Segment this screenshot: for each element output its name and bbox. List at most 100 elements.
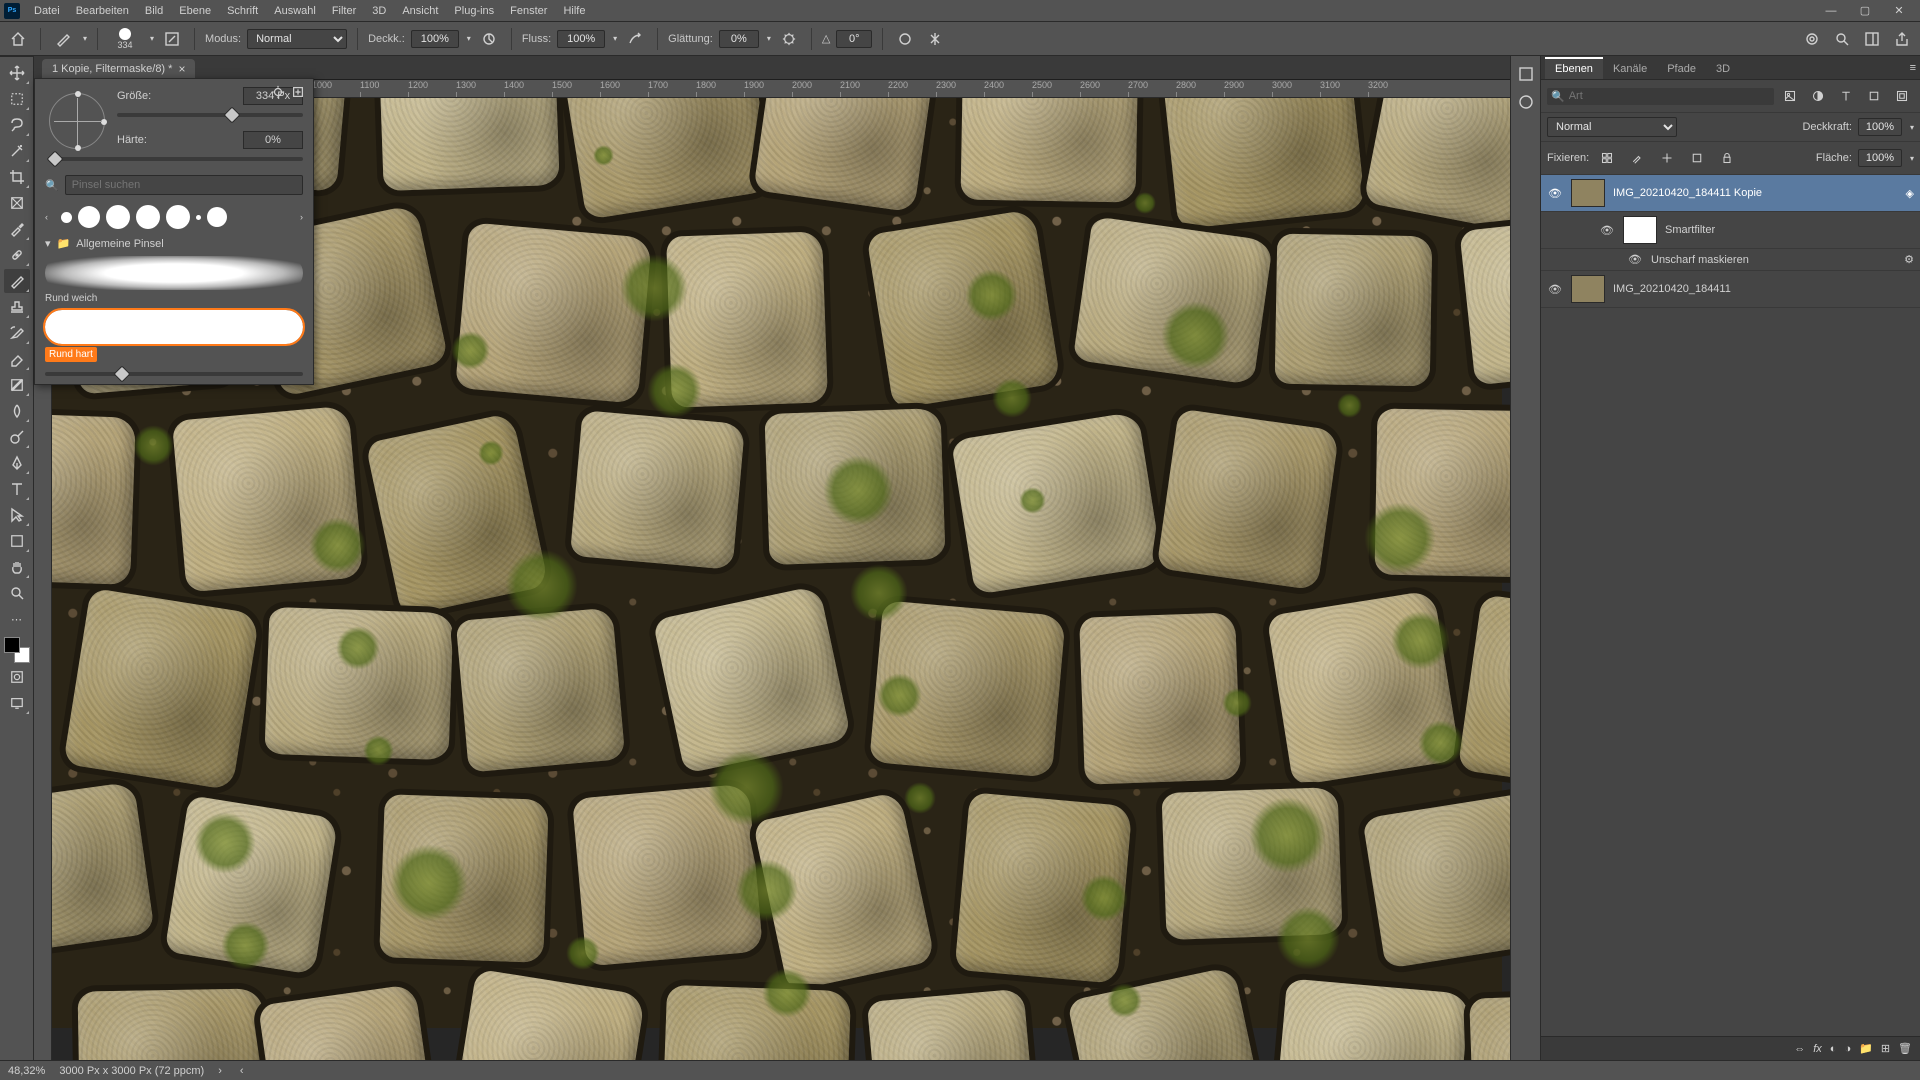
filter-mask-thumb[interactable] [1623, 216, 1657, 244]
menu-bild[interactable]: Bild [137, 0, 171, 22]
path-select-tool[interactable] [4, 503, 30, 527]
tab-pfade[interactable]: Pfade [1657, 57, 1706, 79]
stamp-tool[interactable] [4, 295, 30, 319]
opacity-dropdown[interactable]: ▾ [467, 34, 471, 43]
filter-image-icon[interactable] [1778, 84, 1802, 108]
menu-plugins[interactable]: Plug-ins [446, 0, 502, 22]
brush-angle-widget[interactable] [49, 93, 105, 149]
chevron-right-icon[interactable]: › [300, 212, 303, 222]
share-icon[interactable] [1890, 27, 1914, 51]
menu-auswahl[interactable]: Auswahl [266, 0, 324, 22]
layer-blend-select[interactable]: Normal [1547, 117, 1677, 137]
status-prev-icon[interactable]: ‹ [240, 1065, 244, 1077]
search-icon[interactable] [1830, 27, 1854, 51]
menu-hilfe[interactable]: Hilfe [555, 0, 593, 22]
menu-datei[interactable]: Datei [26, 0, 68, 22]
angle-input[interactable] [836, 30, 872, 48]
document-tab[interactable]: 1 Kopie, Filtermaske/8) * × [42, 59, 195, 79]
heal-tool[interactable] [4, 243, 30, 267]
airbrush-icon[interactable] [623, 27, 647, 51]
visibility-icon[interactable]: 👁 [1627, 253, 1643, 266]
color-swatches[interactable] [4, 637, 30, 663]
quickmask-icon[interactable] [4, 665, 30, 689]
brush-folder[interactable]: ▾ 📁 Allgemeine Pinsel [45, 237, 303, 250]
tab-kanale[interactable]: Kanäle [1603, 57, 1657, 79]
tool-preset-dropdown[interactable]: ▾ [83, 34, 87, 43]
window-minimize-icon[interactable]: — [1814, 0, 1848, 22]
smoothing-dropdown[interactable]: ▾ [767, 34, 771, 43]
menu-3d[interactable]: 3D [364, 0, 394, 22]
filter-entry-label[interactable]: Unscharf maskieren [1651, 254, 1896, 266]
link-layers-icon[interactable]: ⇔ [1794, 1043, 1805, 1055]
lock-paint-icon[interactable] [1625, 146, 1649, 170]
lock-pixels-icon[interactable] [1595, 146, 1619, 170]
filter-adjust-icon[interactable] [1806, 84, 1830, 108]
filter-type-icon[interactable] [1834, 84, 1858, 108]
brush-tool-icon[interactable] [51, 27, 75, 51]
recent-brush-1[interactable] [61, 212, 72, 223]
brush-list-slider[interactable] [45, 372, 303, 376]
menu-fenster[interactable]: Fenster [502, 0, 555, 22]
crop-tool[interactable] [4, 165, 30, 189]
screenmode-icon[interactable] [4, 691, 30, 715]
brush-settings-icon[interactable] [271, 85, 285, 102]
workspace-icon[interactable] [1860, 27, 1884, 51]
edit-toolbar-icon[interactable]: ⋯ [4, 607, 30, 631]
filter-settings-icon[interactable]: ⚙ [1904, 253, 1914, 266]
history-brush-tool[interactable] [4, 321, 30, 345]
flow-input[interactable] [557, 30, 605, 48]
panel-icon-1[interactable] [1514, 62, 1538, 86]
layer-row-2[interactable]: 👁 IMG_20210420_184411 [1541, 271, 1920, 308]
move-tool[interactable] [4, 61, 30, 85]
new-brush-icon[interactable] [291, 85, 305, 102]
gradient-tool[interactable] [4, 373, 30, 397]
lock-all-icon[interactable] [1715, 146, 1739, 170]
fill-input[interactable] [1858, 149, 1902, 167]
brush-hardness-slider[interactable] [55, 157, 303, 161]
pen-tool[interactable] [4, 451, 30, 475]
recent-brush-6[interactable] [196, 215, 201, 220]
hand-tool[interactable] [4, 555, 30, 579]
brush-size-slider[interactable] [117, 113, 303, 117]
brush-preset-soft[interactable]: Rund weich [45, 256, 303, 304]
recent-brush-4[interactable] [136, 205, 160, 229]
layer-filter-input[interactable] [1569, 90, 1770, 102]
foreground-color[interactable] [4, 637, 20, 653]
zoom-tool[interactable] [4, 581, 30, 605]
recent-brush-7[interactable] [207, 207, 227, 227]
chevron-left-icon[interactable]: ‹ [45, 212, 55, 222]
filter-smart-icon[interactable] [1890, 84, 1914, 108]
flow-dropdown[interactable]: ▾ [613, 34, 617, 43]
layer-thumb[interactable] [1571, 275, 1605, 303]
eyedropper-tool[interactable] [4, 217, 30, 241]
pressure-size-icon[interactable] [893, 27, 917, 51]
dodge-tool[interactable] [4, 425, 30, 449]
menu-ebene[interactable]: Ebene [171, 0, 219, 22]
tab-close-icon[interactable]: × [178, 62, 185, 76]
zoom-readout[interactable]: 48,32% [8, 1065, 45, 1077]
nav-refresh-icon[interactable] [1800, 27, 1824, 51]
group-icon[interactable]: 📁 [1859, 1042, 1873, 1055]
marquee-tool[interactable] [4, 87, 30, 111]
opacity-input[interactable] [411, 30, 459, 48]
blend-mode-select[interactable]: Normal [247, 29, 347, 49]
recent-brush-2[interactable] [78, 206, 100, 228]
delete-icon[interactable]: 🗑 [1898, 1042, 1912, 1055]
brush-tool[interactable] [4, 269, 30, 293]
panel-menu-icon[interactable]: ≡ [1910, 62, 1916, 74]
layer-name[interactable]: IMG_20210420_184411 Kopie [1613, 187, 1898, 199]
wand-tool[interactable] [4, 139, 30, 163]
menu-bearbeiten[interactable]: Bearbeiten [68, 0, 137, 22]
recent-brush-3[interactable] [106, 205, 130, 229]
layer-name[interactable]: IMG_20210420_184411 [1613, 283, 1914, 295]
menu-filter[interactable]: Filter [324, 0, 364, 22]
layer-thumb[interactable] [1571, 179, 1605, 207]
visibility-icon[interactable]: 👁 [1547, 187, 1563, 200]
mask-icon[interactable]: ◐ [1830, 1043, 1837, 1055]
recent-brush-5[interactable] [166, 205, 190, 229]
brush-panel-icon[interactable] [160, 27, 184, 51]
tab-3d[interactable]: 3D [1706, 57, 1740, 79]
shape-tool[interactable] [4, 529, 30, 553]
brush-preset-hard[interactable]: Rund hart [45, 310, 303, 362]
layer-opacity-input[interactable] [1858, 118, 1902, 136]
